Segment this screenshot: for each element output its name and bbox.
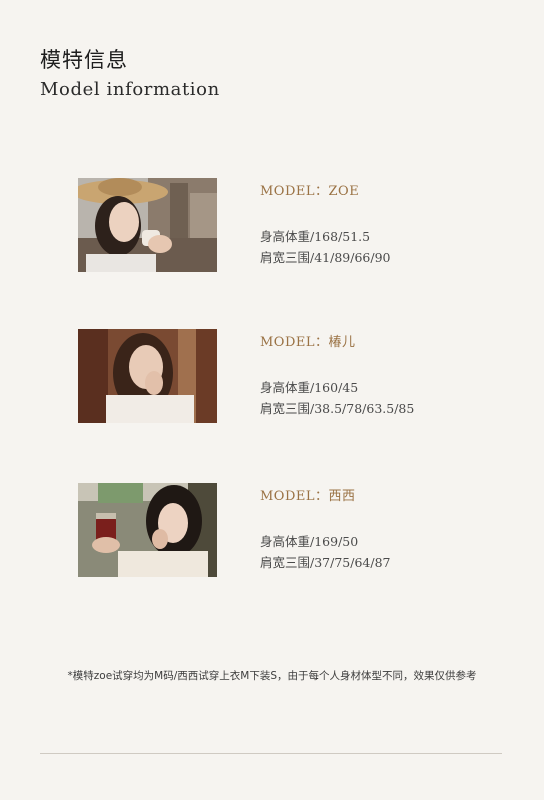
model-measurements: 肩宽三围/38.5/78/63.5/85 [260,401,415,416]
model-name: MODEL：椿儿 [260,335,356,350]
model-name: MODEL：ZOE [260,184,360,199]
model-photo [78,483,217,577]
section-subtitle: Model information [40,79,220,100]
model-card-zoe: MODEL：ZOE 身高体重/168/51.5 肩宽三围/41/89/66/90 [78,178,478,273]
model-measurements: 肩宽三围/41/89/66/90 [260,250,391,265]
divider [40,753,502,754]
model-card-xi-xi: MODEL：西西 身高体重/169/50 肩宽三围/37/75/64/87 [78,483,478,578]
model-card-chun-er: MODEL：椿儿 身高体重/160/45 肩宽三围/38.5/78/63.5/8… [78,329,478,424]
model-photo [78,178,217,272]
model-measurements: 肩宽三围/37/75/64/87 [260,555,391,570]
model-height-weight: 身高体重/160/45 [260,380,359,395]
model-name: MODEL：西西 [260,489,356,504]
section-title: 模特信息 [40,48,128,72]
model-height-weight: 身高体重/169/50 [260,534,359,549]
model-height-weight: 身高体重/168/51.5 [260,229,371,244]
fit-note: *模特zoe试穿均为M码/西西试穿上衣M下装S，由于每个人身材体型不同，效果仅供… [67,670,477,682]
model-photo [78,329,217,423]
